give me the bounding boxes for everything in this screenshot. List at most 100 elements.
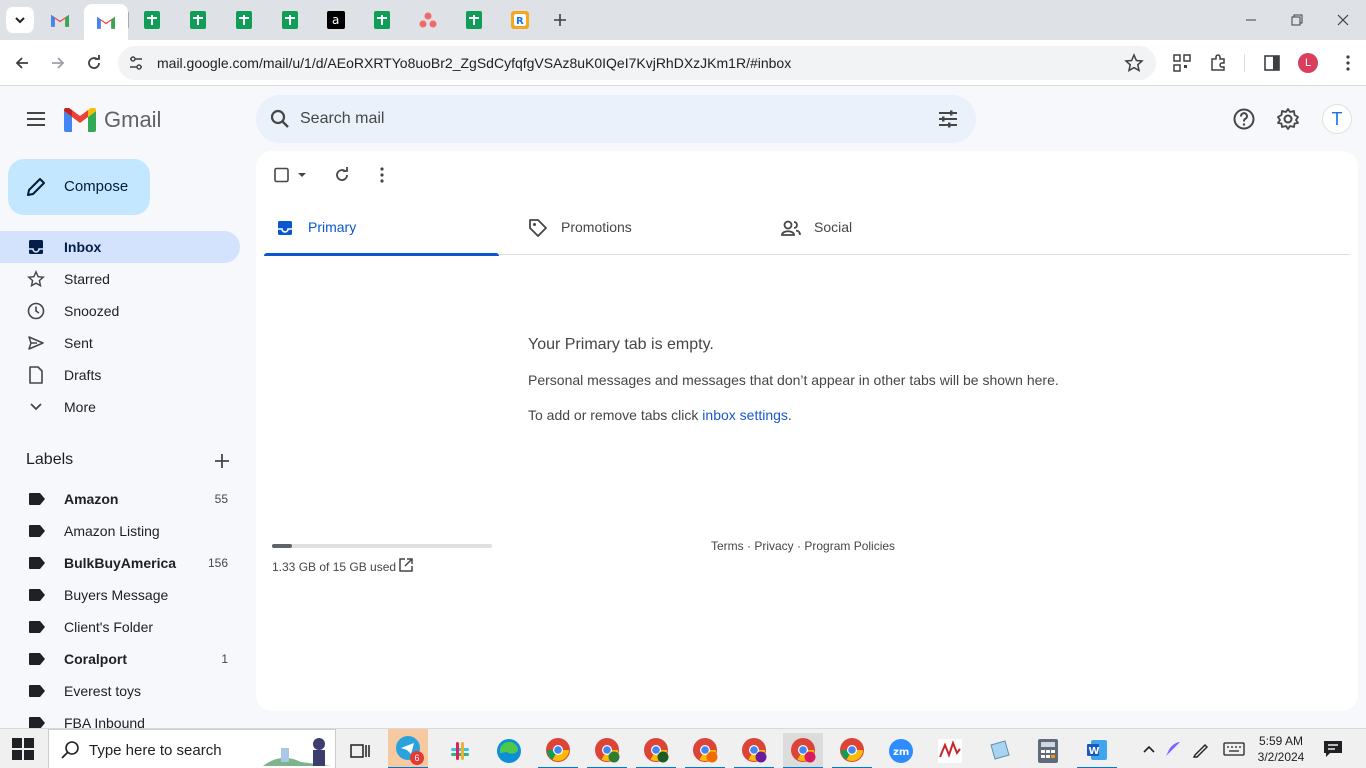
chrome-taskbar-app-7[interactable] [832, 733, 872, 768]
search-options-icon[interactable] [936, 107, 960, 131]
label-tag-icon [29, 589, 45, 601]
taskbar-search[interactable]: Type here to search [48, 729, 336, 768]
search-icon[interactable] [268, 107, 292, 131]
label-item[interactable]: BulkBuyAmerica 156 [0, 547, 240, 579]
close-window-button[interactable] [1320, 6, 1366, 34]
notification-center-icon[interactable] [1322, 739, 1344, 759]
tab-promotions[interactable]: Promotions [517, 201, 752, 255]
side-panel-button[interactable] [1260, 51, 1284, 75]
label-item[interactable]: Client's Folder [0, 611, 240, 643]
nav-starred[interactable]: Starred [0, 263, 240, 295]
browser-tab-amazon[interactable]: a [316, 6, 356, 34]
back-button[interactable] [8, 49, 36, 77]
show-hidden-icons-button[interactable] [1139, 739, 1159, 759]
program-policies-link[interactable]: Program Policies [804, 539, 895, 553]
add-label-icon[interactable] [211, 450, 233, 472]
site-info-icon[interactable] [126, 53, 146, 73]
browser-tab-sheets-1[interactable] [132, 6, 172, 34]
browser-tab-sheets-4[interactable] [270, 6, 310, 34]
chrome-taskbar-app-6[interactable] [783, 733, 823, 768]
windows-taskbar: Type here to search 6 zm W 5:59 AM 3/2/2… [0, 728, 1366, 768]
main-menu-button[interactable] [22, 105, 50, 133]
browser-tabstrip: a R [0, 0, 1366, 40]
select-all-checkbox[interactable] [272, 163, 308, 187]
extensions-button[interactable] [1206, 51, 1230, 75]
tab-primary[interactable]: Primary [264, 201, 499, 256]
reload-button[interactable] [80, 49, 108, 77]
nav-more[interactable]: More [0, 391, 240, 423]
chrome-taskbar-app-1[interactable] [538, 733, 578, 768]
browser-menu-button[interactable] [1336, 51, 1360, 75]
label-item[interactable]: Amazon 55 [0, 483, 240, 515]
notes-taskbar-app[interactable] [979, 733, 1019, 768]
qr-extension-button[interactable] [1170, 51, 1194, 75]
nav-sent[interactable]: Sent [0, 327, 240, 359]
pen-workspace-button[interactable] [1191, 739, 1211, 759]
label-item[interactable]: Amazon Listing [0, 515, 240, 547]
gmail-favicon-icon [97, 16, 115, 29]
browser-tab-gmail-1[interactable] [40, 6, 80, 34]
sheets-favicon-icon [236, 11, 252, 29]
nav-snoozed[interactable]: Snoozed [0, 295, 240, 327]
browser-tab-gmail-active[interactable] [84, 4, 128, 40]
label-item[interactable]: Coralport 1 [0, 643, 240, 675]
settings-gear-icon[interactable] [1276, 107, 1300, 131]
compose-button[interactable]: Compose [8, 159, 150, 215]
browser-tab-sheets-3[interactable] [224, 6, 264, 34]
minimize-button[interactable] [1228, 6, 1274, 34]
account-avatar[interactable]: T [1322, 104, 1352, 134]
browser-tab-sheets-5[interactable] [362, 6, 402, 34]
terms-link[interactable]: Terms [711, 539, 744, 553]
puzzle-icon [1211, 54, 1225, 71]
forward-button[interactable] [44, 49, 72, 77]
edge-taskbar-app[interactable] [489, 733, 529, 768]
inbox-settings-link[interactable]: inbox settings [702, 407, 788, 423]
tab-label: Primary [308, 219, 357, 235]
browser-profile-avatar[interactable]: L [1298, 53, 1318, 73]
bookmark-star-icon[interactable] [1124, 53, 1144, 73]
open-external-icon[interactable] [398, 557, 414, 573]
browser-tab-sheets-6[interactable] [454, 6, 494, 34]
nav-drafts[interactable]: Drafts [0, 359, 240, 391]
windows-start-icon[interactable] [12, 738, 34, 760]
more-actions-button[interactable] [370, 163, 394, 187]
amazon-favicon-icon: a [327, 11, 345, 29]
tab-social[interactable]: Social [770, 201, 1005, 255]
taskbar-clock[interactable]: 5:59 AM 3/2/2024 [1252, 733, 1310, 765]
new-tab-button[interactable] [548, 8, 572, 32]
footer-links: Terms · Privacy · Program Policies [711, 539, 895, 553]
nav-inbox[interactable]: Inbox [0, 231, 240, 263]
privacy-link[interactable]: Privacy [754, 539, 793, 553]
zoom-taskbar-app[interactable]: zm [881, 733, 921, 768]
main-panel: Primary Promotions Social Your Primary t… [256, 151, 1358, 711]
address-bar[interactable]: mail.google.com/mail/u/1/d/AEoRXRTYo8uoB… [118, 46, 1156, 80]
browser-tab-sheets-2[interactable] [178, 6, 218, 34]
calculator-taskbar-app[interactable] [1028, 733, 1068, 768]
help-icon[interactable] [1232, 107, 1256, 131]
chrome-taskbar-app-5[interactable] [734, 733, 774, 768]
pen-tray-button[interactable] [1163, 739, 1183, 759]
chrome-taskbar-app-2[interactable] [587, 733, 627, 768]
send-icon [26, 333, 46, 353]
url-text[interactable]: mail.google.com/mail/u/1/d/AEoRXRTYo8uoB… [157, 55, 791, 71]
chrome-taskbar-app-3[interactable] [636, 733, 676, 768]
browser-tab-asana[interactable] [408, 6, 448, 34]
browser-tab-r-app[interactable]: R [500, 6, 540, 34]
label-item[interactable]: Everest toys [0, 675, 240, 707]
svg-text:W: W [1089, 746, 1100, 757]
word-taskbar-app[interactable]: W [1077, 733, 1117, 768]
telegram-taskbar-app[interactable]: 6 [388, 729, 428, 768]
search-bar[interactable] [256, 95, 976, 143]
touch-keyboard-button[interactable] [1222, 739, 1246, 759]
slack-taskbar-app[interactable] [440, 733, 480, 768]
gmail-logo[interactable]: Gmail [64, 107, 161, 133]
refresh-button[interactable] [330, 163, 354, 187]
label-item[interactable]: Buyers Message [0, 579, 240, 611]
task-view-button[interactable] [340, 733, 380, 768]
tab-search-button[interactable] [6, 7, 34, 33]
label-item[interactable]: FBA Inbound [0, 707, 240, 728]
analytics-taskbar-app[interactable] [930, 733, 970, 768]
chrome-taskbar-app-4[interactable] [685, 733, 725, 768]
restore-button[interactable] [1274, 6, 1320, 34]
search-input[interactable] [300, 105, 900, 133]
